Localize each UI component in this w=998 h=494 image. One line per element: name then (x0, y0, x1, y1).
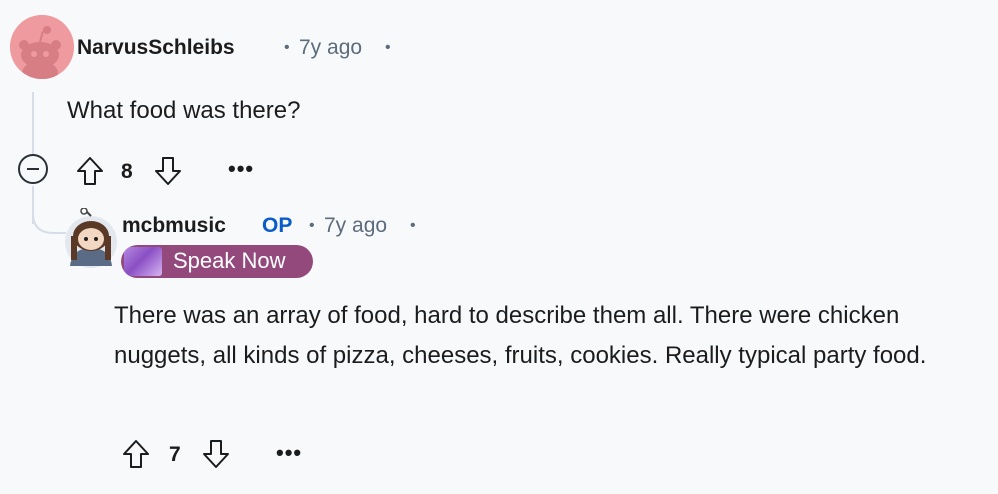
avatar[interactable] (10, 15, 74, 79)
snoo-avatar-icon (10, 15, 74, 79)
comment-time[interactable]: 7y ago (299, 36, 362, 60)
meta-separator: • (410, 217, 416, 234)
upvote-icon[interactable] (75, 155, 105, 187)
user-flair: Speak Now (121, 245, 313, 278)
comment-body: There was an array of food, hard to desc… (114, 302, 927, 369)
downvote-icon[interactable] (153, 155, 183, 187)
meta-separator: • (284, 39, 290, 56)
downvote-icon[interactable] (201, 438, 231, 470)
comment-author[interactable]: mcbmusic (122, 214, 226, 238)
flair-label: Speak Now (173, 248, 286, 273)
thread-connector (32, 200, 66, 234)
thread-line (32, 92, 34, 154)
more-options-button[interactable]: ••• (228, 156, 254, 182)
meta-separator: • (385, 39, 391, 56)
comment-body: What food was there? (67, 97, 301, 124)
comment-time[interactable]: 7y ago (324, 214, 387, 238)
vote-count: 8 (121, 160, 133, 183)
snoo-avatar-icon (65, 207, 117, 268)
vote-count: 7 (169, 443, 181, 466)
collapse-thread-button[interactable] (18, 154, 48, 184)
avatar[interactable] (62, 207, 120, 270)
op-badge: OP (262, 214, 293, 237)
comment-author[interactable]: NarvusSchleibs (77, 36, 235, 60)
flair-image (124, 247, 162, 276)
upvote-icon[interactable] (121, 438, 151, 470)
more-options-button[interactable]: ••• (276, 440, 302, 466)
meta-separator: • (309, 217, 315, 234)
